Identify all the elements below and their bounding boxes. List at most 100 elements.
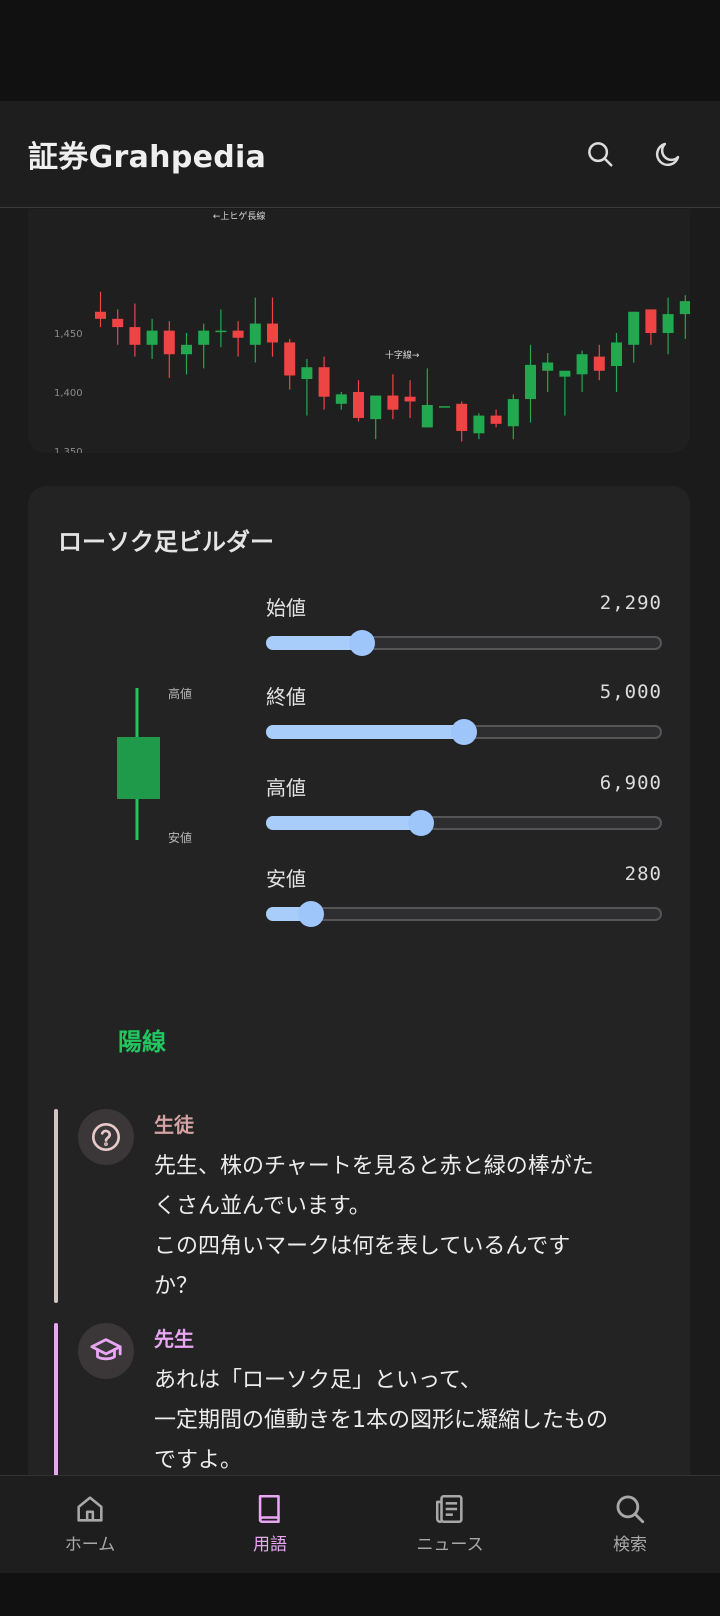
candle-body [576, 354, 588, 375]
dialog-message-teacher: 先生 あれは「ローソク足」といって、 一定期間の値動きを1本の図形に凝縮したもの… [54, 1323, 674, 1475]
help-circle-icon [92, 1123, 120, 1151]
candle-body [335, 394, 347, 404]
candle-body [456, 403, 468, 431]
slider-close-track[interactable] [266, 719, 662, 745]
candlestick-chart: 1,4501,4001,35001-0501-1201-1901-2602-02… [54, 210, 690, 453]
candle-preview: 高値 安値 陽線 [28, 596, 258, 1056]
nav-label-news: ニュース [416, 1535, 484, 1555]
home-icon [77, 1496, 103, 1522]
slider-open-label: 始値 [266, 596, 306, 620]
candle-body [593, 356, 605, 371]
candle-body [679, 301, 690, 315]
y-tick-label: 1,400 [54, 388, 83, 399]
slider-open-thumb[interactable] [349, 630, 376, 656]
candle-body [421, 404, 433, 428]
search-icon [588, 142, 613, 167]
teacher-avatar [78, 1323, 134, 1379]
message-accent-bar [54, 1323, 58, 1475]
candle-type-label: 陽線 [118, 1028, 166, 1056]
gesture-bar [0, 1573, 720, 1616]
dialog-message-student: 生徒 先生、株のチャートを見ると赤と緑の棒がた くさん並んでいます。 この四角い… [54, 1109, 674, 1303]
student-line-3: この四角いマークは何を表しているんです [154, 1234, 571, 1259]
bottom-navigation: ホーム 用語 ニュース 検索 [0, 1475, 720, 1573]
candle-body [439, 406, 450, 408]
slider-close-value: 5,000 [599, 681, 662, 703]
slider-low-label: 安値 [266, 867, 306, 891]
candle-body [267, 323, 278, 343]
slider-close: 終値 5,000 [266, 681, 662, 751]
candle-body [542, 362, 554, 371]
candle-body [628, 311, 640, 345]
app-title: 証券Grahpedia [28, 140, 267, 175]
student-line-2: くさん並んでいます。 [154, 1194, 371, 1219]
slider-close-label: 終値 [266, 685, 306, 709]
candle-body [215, 330, 227, 333]
candle-body [645, 309, 657, 333]
teacher-line-3: ですよ。 [154, 1448, 243, 1473]
slider-high-label: 高値 [266, 776, 306, 800]
candle-body [404, 396, 416, 402]
candle-body [387, 395, 399, 410]
theme-toggle-button[interactable] [644, 130, 692, 178]
nav-label-home: ホーム [64, 1535, 116, 1555]
y-tick-label: 1,350 [54, 447, 83, 453]
newspaper-icon [435, 1494, 463, 1524]
nav-item-glossary[interactable]: 用語 [180, 1476, 360, 1573]
candle-body [112, 318, 124, 328]
candle-body [129, 327, 141, 345]
search-icon [616, 1495, 645, 1524]
candle-body [163, 330, 175, 355]
candle-body [559, 370, 571, 377]
message-accent-bar [54, 1109, 58, 1303]
candle-body [611, 342, 622, 367]
student-avatar [78, 1109, 134, 1165]
nav-item-home[interactable]: ホーム [0, 1476, 180, 1573]
nav-item-search[interactable]: 検索 [540, 1476, 720, 1573]
candle-body [146, 330, 158, 345]
slider-high: 高値 6,900 [266, 772, 662, 842]
search-button[interactable] [576, 130, 624, 178]
nav-label-search: 検索 [613, 1535, 647, 1555]
student-message-text: 先生、株のチャートを見ると赤と緑の棒がた くさん並んでいます。 この四角いマーク… [154, 1147, 654, 1307]
student-name: 生徒 [154, 1113, 194, 1137]
slider-low: 安値 280 [266, 863, 662, 933]
candle-body [301, 367, 313, 380]
candle-body [507, 399, 519, 427]
slider-low-track[interactable] [266, 901, 662, 927]
book-icon [258, 1494, 280, 1524]
status-bar [0, 0, 720, 101]
builder-title: ローソク足ビルダー [58, 528, 274, 556]
nav-item-news[interactable]: ニュース [360, 1476, 540, 1573]
slider-low-thumb[interactable] [298, 901, 325, 927]
candle-body [318, 367, 330, 397]
preview-body [117, 737, 160, 799]
scroll-content[interactable]: 1,4501,4001,35001-0501-1201-1901-2602-02… [0, 209, 720, 1475]
y-tick-label: 1,450 [54, 329, 83, 340]
slider-high-fill [266, 816, 419, 830]
candle-body [525, 364, 536, 400]
app-header: 証券Grahpedia [0, 101, 720, 208]
nav-label-glossary: 用語 [253, 1535, 287, 1555]
student-line-1: 先生、株のチャートを見ると赤と緑の棒がた [154, 1154, 594, 1179]
candle-body [662, 314, 674, 333]
slider-high-track[interactable] [266, 810, 662, 836]
teacher-message-text: あれは「ローソク足」といって、 一定期間の値動きを1本の図形に凝縮したもの です… [154, 1361, 654, 1475]
slider-close-thumb[interactable] [451, 719, 477, 745]
student-line-4: か？ [154, 1274, 199, 1299]
dialog-card: 生徒 先生、株のチャートを見ると赤と緑の棒がた くさん並んでいます。 この四角い… [28, 1083, 690, 1475]
slider-high-thumb[interactable] [407, 810, 434, 836]
candle-body [181, 344, 192, 355]
candlestick-chart-card: 1,4501,4001,35001-0501-1201-1901-2602-02… [28, 209, 690, 453]
teacher-name: 先生 [154, 1327, 194, 1351]
preview-low-tag: 安値 [168, 830, 192, 845]
candle-body [353, 392, 364, 418]
candle-body [370, 395, 382, 420]
graduation-cap-icon [90, 1338, 122, 1361]
chart-annotation: ←上ヒゲ長線 [213, 210, 266, 222]
chart-annotation: 十字線→ [385, 349, 420, 361]
slider-low-value: 280 [624, 863, 662, 885]
slider-open-track[interactable] [266, 630, 662, 656]
slider-open-fill [266, 636, 361, 650]
candle-body [490, 415, 502, 424]
candle-body [198, 330, 210, 345]
